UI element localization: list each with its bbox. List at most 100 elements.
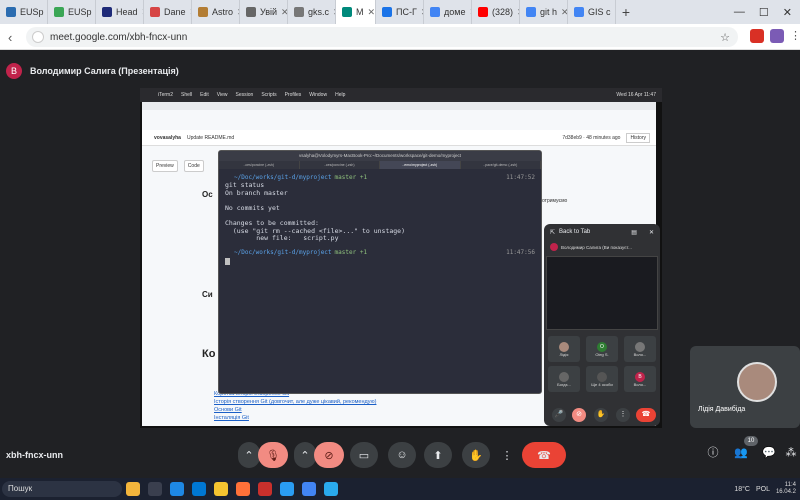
raise-hand-button[interactable]: ✋	[462, 442, 490, 468]
commit-message[interactable]: Update README.md	[187, 135, 234, 141]
mac-menu-item[interactable]: View	[217, 92, 228, 98]
outlook-icon[interactable]	[192, 482, 206, 496]
participants-badge: 10	[744, 436, 758, 446]
mic-off-button[interactable]: 🎙	[258, 442, 288, 468]
tab-favicon-icon	[150, 7, 160, 17]
camera-options-icon[interactable]: ⌃	[294, 442, 316, 468]
history-button[interactable]: History	[626, 132, 650, 143]
toc-link[interactable]: Основи Git	[214, 406, 376, 414]
commit-user[interactable]: vovasalyha	[154, 135, 181, 141]
terminal-tab[interactable]: ..pace/git-demo (-zsh)	[461, 161, 541, 169]
leave-call-button[interactable]: ☎	[522, 442, 566, 468]
widgets-icon[interactable]	[126, 482, 140, 496]
mic-options-icon[interactable]: ⌃	[238, 442, 260, 468]
raise-hand-icon[interactable]: ✋	[594, 408, 608, 422]
tab-title: Astro	[212, 7, 234, 17]
extension-icon[interactable]	[750, 29, 764, 43]
tab-title: gks.c	[308, 7, 330, 17]
mac-menu-item[interactable]: Window	[309, 92, 327, 98]
toc-link[interactable]: Інсталяція Git	[214, 414, 376, 422]
participant-tile[interactable]: Воло...	[624, 336, 656, 362]
terminal-tabs: ..ces/poncine (-zsh) ..ces/poncine (-zsh)…	[219, 161, 541, 169]
tab-code[interactable]: Code	[183, 160, 204, 172]
browser-tab[interactable]: Dane✕	[144, 0, 192, 24]
terminal-body[interactable]: ~/Doc/works/git-d/myproject master +1 11…	[225, 173, 535, 267]
close-icon[interactable]: ✕	[649, 229, 654, 236]
participant-avatar	[635, 341, 645, 352]
back-arrow-icon[interactable]: ⇱	[550, 229, 555, 236]
mac-menu-item[interactable]: Profiles	[285, 92, 302, 98]
chat-icon[interactable]: 💬	[758, 442, 780, 464]
browser-tab[interactable]: git h ✕	[520, 0, 568, 24]
toc-link[interactable]: Історія створення Git (довгочит, але дуж…	[214, 398, 376, 406]
commit-row: vovasalyha Update README.md 7d38eb9 · 48…	[142, 130, 656, 146]
back-to-tab-button[interactable]: Back to Tab	[559, 229, 590, 235]
chrome-icon[interactable]	[302, 482, 316, 496]
browser-tab[interactable]: EUSp✕	[0, 0, 48, 24]
maximize-icon[interactable]: ☐	[759, 6, 769, 19]
browser-tab[interactable]: M ✕	[336, 0, 376, 24]
edge-icon[interactable]	[170, 482, 184, 496]
activities-icon[interactable]: ⁂	[782, 442, 800, 464]
explorer-icon[interactable]	[214, 482, 228, 496]
captions-button[interactable]: ▭	[350, 442, 378, 468]
extension-icon[interactable]	[770, 29, 784, 43]
back-icon[interactable]: ‹	[8, 30, 12, 45]
mac-menu-item[interactable]: Shell	[181, 92, 192, 98]
browser-tab[interactable]: EUSp✕	[48, 0, 96, 24]
browser-tab[interactable]: ПС-Г✕	[376, 0, 424, 24]
participant-tile[interactable]: Лідія	[548, 336, 580, 362]
browser-menu-icon[interactable]: ⋮	[790, 29, 800, 42]
mac-menu-item[interactable]: Scripts	[261, 92, 276, 98]
commit-hash[interactable]: 7d38eb9 · 48 minutes ago	[562, 135, 620, 141]
mac-menu-item[interactable]: Edit	[200, 92, 209, 98]
terminal-tab[interactable]: ..ces/poncine (-zsh)	[300, 161, 380, 169]
more-options-icon[interactable]: ⋮	[498, 442, 516, 468]
present-button[interactable]: ⬆	[424, 442, 452, 468]
tab-preview[interactable]: Preview	[152, 160, 178, 172]
clock[interactable]: 11:4 16.04.2	[776, 482, 796, 496]
mac-menu-item[interactable]: Session	[236, 92, 254, 98]
participant-tile[interactable]: В Воло...	[624, 366, 656, 392]
camera-off-button[interactable]: ⊘	[314, 442, 344, 468]
leave-call-icon[interactable]: ☎	[636, 408, 656, 422]
chat-icon[interactable]: ▤	[631, 229, 637, 236]
telegram-icon[interactable]	[324, 482, 338, 496]
browser-tab[interactable]: gks.c✕	[288, 0, 336, 24]
mac-menu-item[interactable]: iTerm2	[158, 92, 173, 98]
new-tab-icon[interactable]: +	[616, 4, 636, 20]
terminal-tab[interactable]: ..emo/myproject (-zsh)	[380, 161, 461, 169]
task-view-icon[interactable]	[148, 482, 162, 496]
close-tab-icon[interactable]: ✕	[281, 7, 287, 18]
taskbar-search[interactable]: Пошук	[2, 481, 122, 497]
browser-tab[interactable]: GIS c✕	[568, 0, 616, 24]
participant-tile[interactable]: Лідія Давибіда	[690, 346, 800, 428]
participant-tile[interactable]: Богдз...	[548, 366, 580, 392]
app-icon[interactable]	[280, 482, 294, 496]
firefox-icon[interactable]	[236, 482, 250, 496]
more-icon[interactable]: ⋮	[616, 408, 630, 422]
participant-tile[interactable]: Ще 4 особи	[586, 366, 618, 392]
participant-tile[interactable]: O Oleg S.	[586, 336, 618, 362]
close-tab-icon[interactable]: ✕	[561, 7, 567, 18]
minimize-icon[interactable]: —	[734, 6, 745, 19]
browser-tab[interactable]: (328)✕	[472, 0, 520, 24]
language[interactable]: POL	[756, 486, 770, 493]
browser-tab[interactable]: Astro✕	[192, 0, 240, 24]
browser-tab[interactable]: Head✕	[96, 0, 144, 24]
close-tab-icon[interactable]: ✕	[368, 7, 376, 18]
app-icon[interactable]	[258, 482, 272, 496]
browser-tab[interactable]: доме✕	[424, 0, 472, 24]
close-window-icon[interactable]: ✕	[783, 6, 792, 19]
terminal-tab[interactable]: ..ces/poncine (-zsh)	[219, 161, 300, 169]
mac-menu-item[interactable]: Help	[335, 92, 345, 98]
site-info-icon[interactable]	[32, 31, 44, 43]
mic-icon[interactable]: 🎤	[552, 408, 566, 422]
tab-favicon-icon	[294, 7, 304, 17]
bookmark-star-icon[interactable]: ☆	[720, 31, 730, 44]
info-icon[interactable]: ⓘ	[702, 442, 724, 464]
emoji-button[interactable]: ☺	[388, 442, 416, 468]
url-field[interactable]: meet.google.com/xbh-fncx-unn ☆	[26, 27, 738, 47]
camera-off-icon[interactable]: ⊘	[572, 408, 586, 422]
browser-tab[interactable]: Увій ✕	[240, 0, 288, 24]
